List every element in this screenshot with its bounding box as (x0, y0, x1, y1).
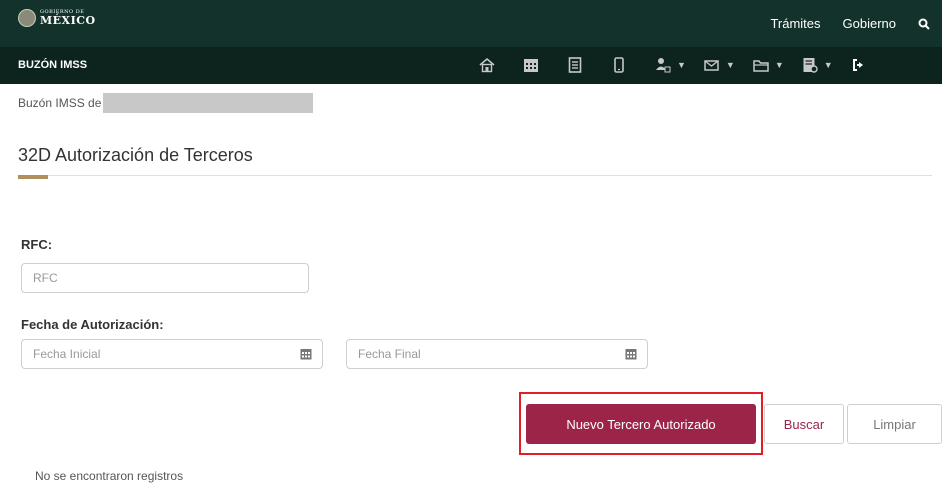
title-divider (18, 175, 932, 176)
redacted-owner-name (103, 93, 314, 113)
envelope-dropdown-caret-icon[interactable]: ▼ (726, 60, 735, 70)
report-dropdown-caret-icon[interactable]: ▼ (824, 60, 833, 70)
no-records-message: No se encontraron registros (35, 469, 184, 483)
users-dropdown-caret-icon[interactable]: ▼ (677, 60, 686, 70)
fecha-final-placeholder: Fecha Final (358, 347, 421, 361)
gov-seal-icon (18, 9, 36, 27)
logout-icon[interactable] (847, 54, 871, 76)
imss-navbar: BUZÓN IMSS ▼ ▼ ▼ ▼ (0, 47, 942, 84)
gov-header: GOBIERNO DE MÉXICO Trámites Gobierno (0, 0, 942, 47)
envelope-icon[interactable] (700, 54, 724, 76)
rfc-input[interactable]: RFC (21, 263, 309, 293)
gov-logo[interactable]: GOBIERNO DE MÉXICO (18, 9, 96, 27)
limpiar-button[interactable]: Limpiar (847, 404, 942, 444)
rfc-label: RFC: (21, 237, 53, 252)
users-icon[interactable] (651, 54, 675, 76)
fecha-autorizacion-label: Fecha de Autorización: (21, 317, 164, 332)
document-icon[interactable] (563, 54, 587, 76)
page-title: 32D Autorización de Terceros (18, 145, 253, 165)
folder-dropdown-caret-icon[interactable]: ▼ (775, 60, 784, 70)
rfc-placeholder: RFC (33, 271, 58, 285)
folder-icon[interactable] (749, 54, 773, 76)
navbar-icons: ▼ ▼ ▼ ▼ (475, 54, 871, 76)
gov-logo-big-text: MÉXICO (40, 14, 96, 27)
gov-nav-links: Trámites Gobierno (770, 16, 930, 31)
nuevo-tercero-button[interactable]: Nuevo Tercero Autorizado (526, 404, 756, 444)
tramites-link[interactable]: Trámites (770, 16, 820, 31)
buscar-button[interactable]: Buscar (764, 404, 844, 444)
fecha-inicial-input[interactable]: Fecha Inicial (21, 339, 323, 369)
calendar-icon[interactable] (519, 54, 543, 76)
calendar-icon[interactable] (625, 348, 637, 360)
home-icon[interactable] (475, 54, 499, 76)
buzon-owner-prefix: Buzón IMSS de (18, 96, 102, 110)
search-icon[interactable] (918, 18, 930, 30)
title-accent-bar (18, 175, 48, 179)
calendar-icon[interactable] (300, 348, 312, 360)
navbar-title[interactable]: BUZÓN IMSS (18, 59, 87, 71)
mobile-icon[interactable] (607, 54, 631, 76)
buzon-owner-line: Buzón IMSS de (18, 93, 314, 113)
gobierno-link[interactable]: Gobierno (843, 16, 896, 31)
fecha-inicial-placeholder: Fecha Inicial (33, 347, 101, 361)
report-icon[interactable] (798, 54, 822, 76)
fecha-final-input[interactable]: Fecha Final (346, 339, 648, 369)
